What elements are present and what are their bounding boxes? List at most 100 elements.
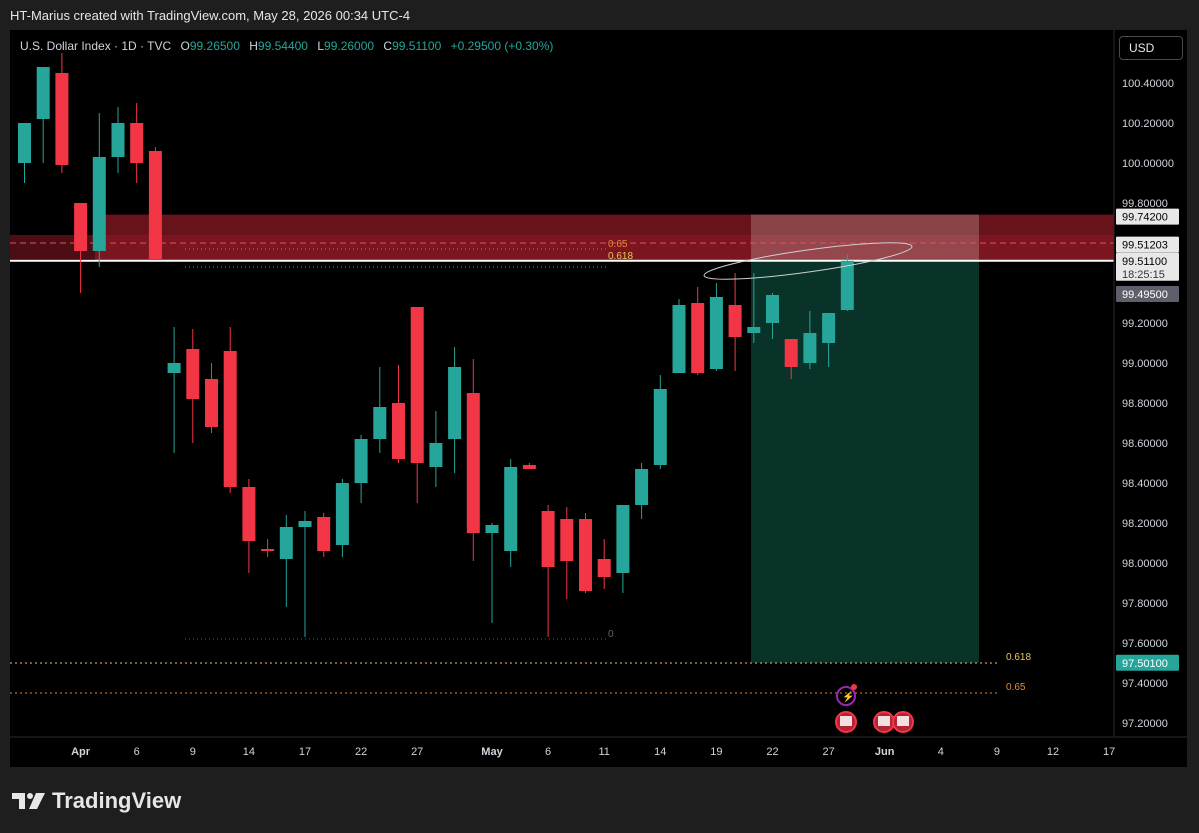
y-tick-label: 99.20000 bbox=[1122, 318, 1168, 330]
candle-body bbox=[186, 349, 200, 399]
x-tick-label: 9 bbox=[994, 746, 1000, 758]
y-tick-label: 98.40000 bbox=[1122, 478, 1168, 490]
candle-body bbox=[373, 407, 387, 439]
price-tag-label: 99.74200 bbox=[1122, 212, 1168, 224]
entry-box bbox=[751, 214, 979, 261]
candle-body bbox=[803, 333, 817, 363]
y-tick-label: 99.80000 bbox=[1122, 198, 1168, 210]
x-tick-label: 27 bbox=[411, 746, 423, 758]
currency-button[interactable]: USD bbox=[1119, 36, 1183, 60]
price-tag-label: 99.51100 bbox=[1122, 256, 1167, 268]
price-tag-label: 99.51203 bbox=[1122, 240, 1168, 252]
us-flag-stripes bbox=[878, 716, 890, 726]
x-tick-label: May bbox=[481, 746, 503, 758]
candle-body bbox=[560, 519, 574, 561]
candle-body bbox=[579, 519, 592, 591]
candle-body bbox=[92, 157, 106, 251]
lightning-glyph: ⚡ bbox=[842, 690, 854, 703]
y-tick-label: 98.80000 bbox=[1122, 398, 1168, 410]
target-zone bbox=[751, 260, 979, 663]
candle-body bbox=[335, 483, 349, 545]
brand-name: TradingView bbox=[52, 788, 182, 813]
candle-body bbox=[822, 313, 836, 343]
y-tick-label: 97.80000 bbox=[1122, 598, 1168, 610]
price-tag-label: 99.49500 bbox=[1122, 289, 1168, 301]
candle-body bbox=[728, 305, 742, 337]
candle-body bbox=[18, 123, 31, 163]
candle-body bbox=[242, 487, 256, 541]
candle-body bbox=[317, 517, 331, 551]
chart-attribution: HT-Marius created with TradingView.com, … bbox=[10, 8, 411, 23]
candle-body bbox=[747, 327, 761, 333]
x-tick-label: 6 bbox=[545, 746, 551, 758]
chart-frame: 0.65 0.618 0 0.618 0.65 ⚡ 100.40000 100.20000 10… bbox=[10, 30, 1187, 767]
close-label: C bbox=[383, 39, 393, 53]
alert-dot bbox=[851, 684, 857, 690]
candle-body bbox=[616, 505, 630, 573]
x-tick-label: 4 bbox=[938, 746, 944, 758]
y-tick-label: 97.20000 bbox=[1122, 718, 1168, 730]
y-tick-label: 100.40000 bbox=[1122, 78, 1174, 90]
candle-body bbox=[485, 525, 499, 533]
candle-body bbox=[635, 469, 649, 505]
tradingview-logo-icon bbox=[12, 793, 45, 809]
symbol-legend: U.S. Dollar Index · 1D · TVC O99.26500 H… bbox=[20, 39, 553, 53]
candle-body bbox=[410, 307, 424, 463]
candle-body bbox=[709, 297, 723, 369]
high-label: H bbox=[249, 39, 258, 53]
candle-body bbox=[279, 527, 293, 559]
y-tick-label: 98.60000 bbox=[1122, 438, 1168, 450]
candle-body bbox=[653, 389, 667, 465]
x-tick-label: 14 bbox=[243, 746, 255, 758]
candle-body bbox=[429, 443, 443, 467]
open-label: O bbox=[180, 39, 190, 53]
symbol-title[interactable]: U.S. Dollar Index · 1D · TVC bbox=[20, 39, 171, 53]
candle-body bbox=[466, 393, 480, 533]
y-tick-label: 97.40000 bbox=[1122, 678, 1168, 690]
candle-body bbox=[167, 363, 181, 373]
candle-body bbox=[522, 465, 536, 469]
candle-body bbox=[840, 260, 854, 310]
x-tick-label: 9 bbox=[190, 746, 196, 758]
candle-body bbox=[766, 295, 779, 323]
y-tick-label: 99.00000 bbox=[1122, 358, 1168, 370]
price-tag-label: 97.50100 bbox=[1122, 658, 1168, 670]
candle-body bbox=[504, 467, 518, 551]
price-tag-countdown: 18:25:15 bbox=[1122, 269, 1165, 281]
candle-body bbox=[36, 67, 50, 119]
x-tick-label: 22 bbox=[355, 746, 367, 758]
tradingview-logo[interactable]: TradingView bbox=[12, 788, 181, 814]
x-tick-label: 11 bbox=[598, 746, 609, 758]
candle-body bbox=[298, 521, 312, 527]
y-tick-label: 100.20000 bbox=[1122, 118, 1174, 130]
candle-body bbox=[448, 367, 462, 439]
fib-upper-label: 0.618 bbox=[608, 251, 633, 262]
fib-lower-label: 0.618 bbox=[1006, 652, 1031, 663]
x-tick-label: 19 bbox=[710, 746, 722, 758]
high-value: 99.54400 bbox=[257, 39, 308, 53]
x-tick-label: 14 bbox=[654, 746, 666, 758]
fib-lower-label: 0.65 bbox=[1006, 682, 1026, 693]
y-tick-label: 98.00000 bbox=[1122, 558, 1168, 570]
candle-body bbox=[55, 73, 69, 165]
x-tick-label: 12 bbox=[1047, 746, 1059, 758]
candle-body bbox=[597, 559, 611, 577]
candle-body bbox=[130, 123, 144, 163]
x-tick-label: 17 bbox=[299, 746, 311, 758]
y-tick-label: 100.00000 bbox=[1122, 158, 1174, 170]
close-value: 99.51100 bbox=[392, 39, 442, 53]
change-value: +0.29500 (+0.30%) bbox=[450, 39, 554, 53]
candle-body bbox=[541, 511, 555, 567]
candle-body bbox=[148, 151, 162, 259]
x-tick-label: 22 bbox=[766, 746, 778, 758]
price-chart[interactable]: 0.650.61800.6180.65⚡100.40000100.2000010… bbox=[10, 30, 1187, 767]
candle-body bbox=[261, 549, 275, 551]
x-tick-label: 17 bbox=[1103, 746, 1115, 758]
x-tick-label: Jun bbox=[875, 746, 895, 758]
candle-body bbox=[392, 403, 405, 459]
us-flag-stripes bbox=[840, 716, 852, 726]
candle-body bbox=[223, 351, 237, 487]
low-value: 99.26000 bbox=[324, 39, 375, 53]
candle-body bbox=[111, 123, 125, 157]
x-tick-label: 27 bbox=[822, 746, 834, 758]
